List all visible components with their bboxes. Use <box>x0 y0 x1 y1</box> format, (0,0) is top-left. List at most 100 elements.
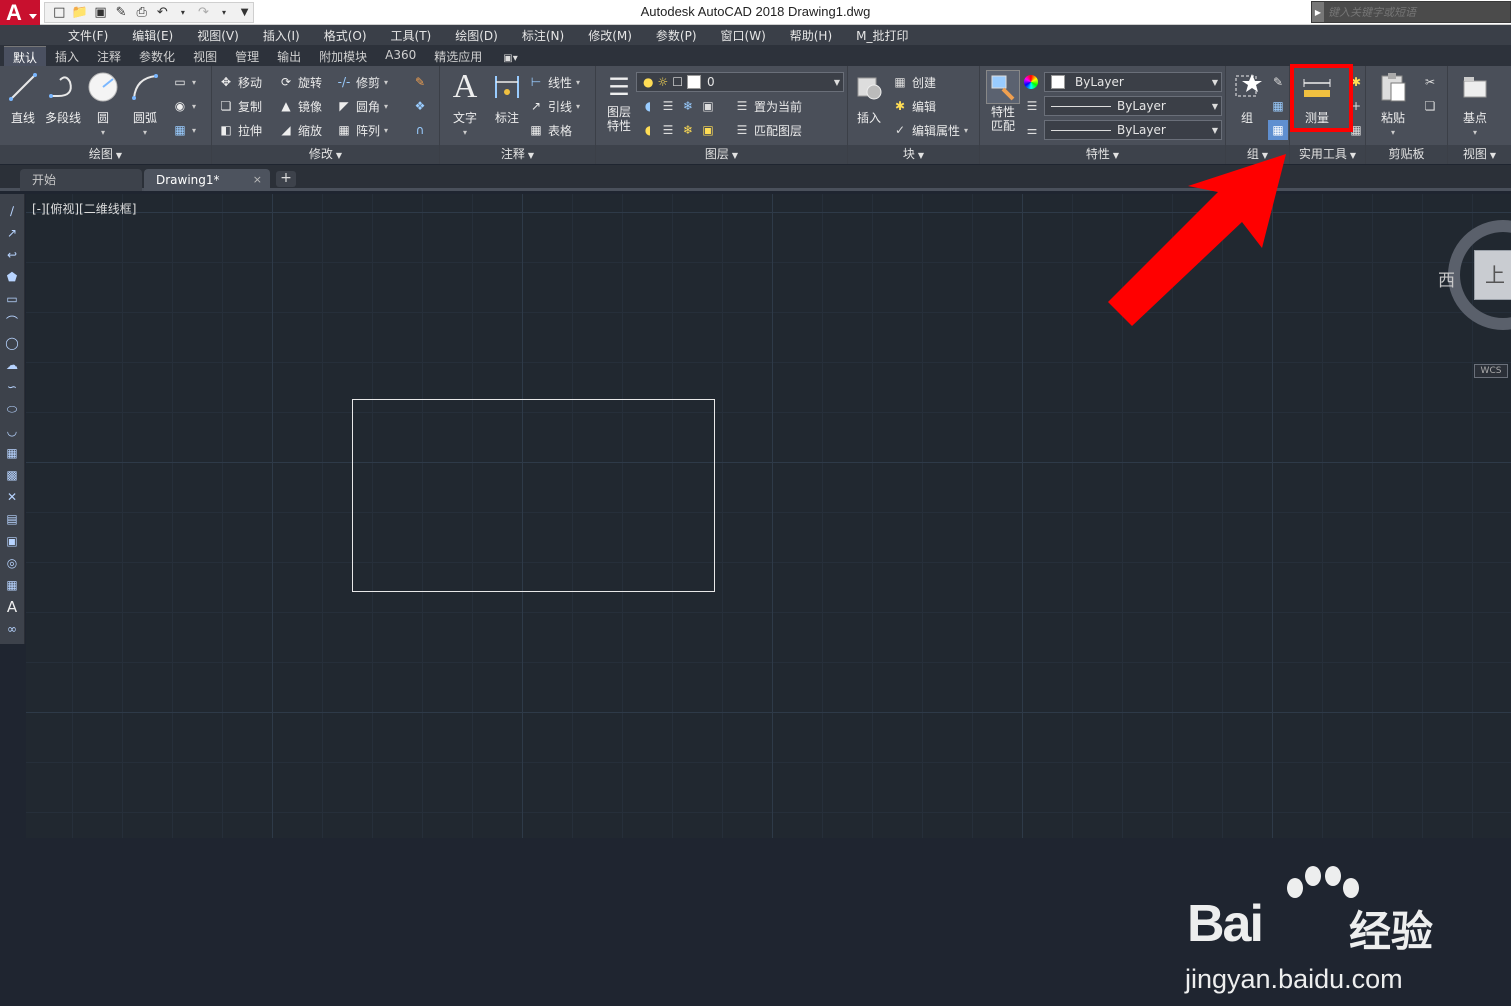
scale-button[interactable]: ◢ 缩放 <box>278 120 322 140</box>
groups-panel-title[interactable]: 组 ▼ <box>1226 145 1289 164</box>
make-block-icon[interactable]: ▩ <box>3 466 21 484</box>
circle-icon[interactable]: ◯ <box>3 334 21 352</box>
viewcube[interactable]: 上 北 西 南 WCS <box>1438 214 1511 384</box>
group-edit-icon[interactable]: ▦ <box>1270 96 1286 116</box>
hatch-icon[interactable]: ▤ <box>3 510 21 528</box>
insert-block-button[interactable]: 插入 <box>848 70 890 140</box>
menu-window[interactable]: 窗口(W) <box>709 27 778 44</box>
layer-unlock-icon[interactable]: ▣ <box>700 122 716 138</box>
copy-button[interactable]: ❏ 复制 <box>218 96 262 116</box>
mirror-button[interactable]: ▲ 镜像 <box>278 96 322 116</box>
polygon-icon[interactable]: ⬟ <box>3 268 21 286</box>
ellipse-icon[interactable]: ⬭ <box>3 400 21 418</box>
circle-button[interactable]: 圆 ▾ <box>82 70 124 140</box>
set-current-layer-button[interactable]: ☰ 置为当前 <box>734 96 802 116</box>
tab-drawing1[interactable]: Drawing1* × <box>144 169 270 191</box>
draw-panel-title[interactable]: 绘图 ▼ <box>0 145 211 164</box>
create-block-button[interactable]: ▦ 创建 <box>892 72 936 92</box>
dimension-button[interactable]: 标注 <box>486 70 528 140</box>
polyline-button[interactable]: 多段线 <box>42 70 84 140</box>
view-panel-title[interactable]: 视图 ▼ <box>1448 145 1511 164</box>
menu-view[interactable]: 视图(V) <box>185 27 251 44</box>
match-layer-button[interactable]: ☰ 匹配图层 <box>734 120 802 140</box>
gradient-icon[interactable]: ▣ <box>3 532 21 550</box>
leader-button[interactable]: ↗ 引线 ▾ <box>528 96 580 116</box>
wcs-menu[interactable]: WCS <box>1474 364 1508 378</box>
linear-dimension-button[interactable]: ⊢ 线性 ▾ <box>528 72 580 92</box>
offset-button[interactable]: ∩ <box>412 120 428 140</box>
clipboard-panel-title[interactable]: 剪贴板 <box>1366 145 1447 164</box>
group-button[interactable]: 组 <box>1226 70 1268 140</box>
tab-featured-apps[interactable]: 精选应用 <box>425 46 491 66</box>
arc-icon[interactable]: ⌒ <box>3 312 21 330</box>
layer-thaw-icon[interactable]: ❄ <box>680 122 696 138</box>
search-input[interactable] <box>1324 5 1504 19</box>
lineweight-dropdown[interactable]: ByLayer ▼ <box>1044 120 1222 140</box>
cut-icon[interactable]: ✂ <box>1422 72 1438 92</box>
tab-view[interactable]: 视图 <box>184 46 226 66</box>
close-icon[interactable]: × <box>253 169 262 191</box>
construction-line-icon[interactable]: ↗ <box>3 224 21 242</box>
revision-cloud-icon[interactable]: ☁ <box>3 356 21 374</box>
point-icon[interactable]: ✕ <box>3 488 21 506</box>
copy-clip-icon[interactable]: ❏ <box>1422 96 1438 116</box>
layer-unisolate-icon[interactable]: ☰ <box>660 122 676 138</box>
arc-button[interactable]: 圆弧 ▾ <box>124 70 166 140</box>
layer-properties-button[interactable]: ☰ 图层 特性 <box>598 70 640 140</box>
add-selected-icon[interactable]: ∞ <box>3 620 21 638</box>
edit-block-button[interactable]: ✱ 编辑 <box>892 96 936 116</box>
color-dropdown[interactable]: ByLayer ▼ <box>1044 72 1222 92</box>
rectangle-button[interactable]: ▭ ▾ <box>172 72 196 92</box>
trim-button[interactable]: -/- 修剪 ▾ <box>336 72 388 92</box>
hatch-button[interactable]: ◉ ▾ <box>172 96 196 116</box>
fillet-button[interactable]: ◤ 圆角 ▾ <box>336 96 388 116</box>
viewport-controls[interactable]: [-][俯视][二维线框] <box>32 200 136 217</box>
polyline-icon[interactable]: ↩ <box>3 246 21 264</box>
insert-block-icon[interactable]: ▦ <box>3 444 21 462</box>
chevron-down-icon[interactable]: ▾ <box>463 128 467 137</box>
menu-batch-print[interactable]: M_批打印 <box>844 27 920 44</box>
text-button[interactable]: A 文字 ▾ <box>444 68 486 140</box>
drawing-canvas[interactable]: [-][俯视][二维线框] 上 北 西 南 WCS Bai 经验 jingyan… <box>26 194 1511 994</box>
mtext-icon[interactable]: A <box>3 598 21 616</box>
calculator-icon[interactable]: ▦ <box>1348 120 1364 140</box>
chevron-down-icon[interactable]: ▾ <box>1473 128 1477 137</box>
tab-parametric[interactable]: 参数化 <box>130 46 184 66</box>
menu-draw[interactable]: 绘图(D) <box>443 27 510 44</box>
tab-default[interactable]: 默认 <box>4 46 47 66</box>
menu-help[interactable]: 帮助(H) <box>778 27 844 44</box>
ungroup-icon[interactable]: ✎ <box>1270 72 1286 92</box>
quick-select-icon[interactable]: ✱ <box>1348 72 1364 92</box>
viewcube-top-face[interactable]: 上 <box>1474 250 1511 300</box>
new-tab-button[interactable]: + <box>276 171 296 187</box>
menu-dimension[interactable]: 标注(N) <box>510 27 576 44</box>
measure-button[interactable]: 测量 <box>1296 70 1338 140</box>
base-view-button[interactable]: 基点 ▾ <box>1454 70 1496 140</box>
menu-insert[interactable]: 插入(I) <box>251 27 312 44</box>
layer-freeze-icon[interactable]: ❄ <box>680 98 696 114</box>
layer-dropdown[interactable]: ● ☼ ☐ 0 ▼ <box>636 72 844 92</box>
chevron-down-icon[interactable]: ▾ <box>1391 128 1395 137</box>
boundary-button[interactable]: ▦ ▾ <box>172 120 196 140</box>
layer-on-icon[interactable]: ◖ <box>640 122 656 138</box>
line-button[interactable]: 直线 <box>2 70 44 140</box>
table-icon[interactable]: ▦ <box>3 576 21 594</box>
menu-edit[interactable]: 编辑(E) <box>120 27 185 44</box>
match-properties-button[interactable]: 特性 匹配 <box>982 70 1024 140</box>
tab-addins[interactable]: 附加模块 <box>310 46 376 66</box>
layer-lock-icon[interactable]: ▣ <box>700 98 716 114</box>
compass-west[interactable]: 西 <box>1438 266 1455 291</box>
utilities-panel-title[interactable]: 实用工具 ▼ <box>1290 145 1365 164</box>
rectangle-icon[interactable]: ▭ <box>3 290 21 308</box>
group-selection-toggle[interactable]: ▦ <box>1268 120 1288 140</box>
layer-off-icon[interactable]: ◖ <box>640 98 656 114</box>
modify-panel-title[interactable]: 修改 ▼ <box>212 145 439 164</box>
id-point-icon[interactable]: + <box>1348 96 1364 116</box>
layer-isolate-icon[interactable]: ☰ <box>660 98 676 114</box>
chevron-down-icon[interactable]: ▾ <box>143 128 147 137</box>
tab-start[interactable]: 开始 <box>20 169 142 191</box>
properties-panel-title[interactable]: 特性 ▼ <box>980 145 1225 164</box>
chevron-down-icon[interactable]: ▾ <box>101 128 105 137</box>
menu-tools[interactable]: 工具(T) <box>379 27 444 44</box>
menu-modify[interactable]: 修改(M) <box>576 27 644 44</box>
